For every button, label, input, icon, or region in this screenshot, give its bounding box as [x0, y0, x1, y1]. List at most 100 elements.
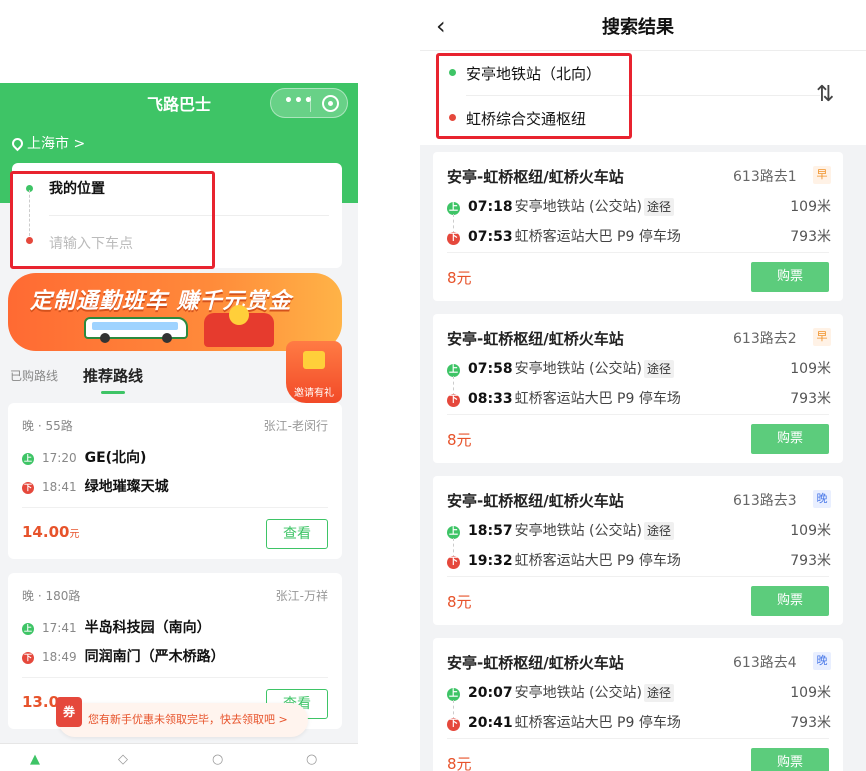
coupon-toast[interactable]: 您有新手优惠未领取完毕，快去领取吧 > — [58, 703, 308, 737]
board-row: 上 18:57 安亭地铁站 (公交站) 途径 — [447, 520, 674, 540]
board-icon: 上 — [22, 453, 34, 465]
board-icon: 上 — [22, 623, 34, 635]
swap-icon[interactable]: ⇅ — [816, 82, 834, 107]
line-name: 安亭-虹桥枢纽/虹桥火车站 — [447, 492, 624, 510]
board-row: 上 17:20 GE(北向) — [22, 447, 146, 467]
from-field[interactable]: 我的位置 — [49, 178, 105, 198]
alight-stop: 虹桥客运站大巴 P9 停车场 — [514, 553, 681, 569]
alight-icon: 下 — [447, 232, 460, 245]
buy-ticket-button[interactable]: 购票 — [751, 262, 829, 292]
route-no: 613路去3 — [733, 493, 797, 509]
field-divider — [49, 215, 329, 216]
board-stop: 安亭地铁站 (公交站) — [514, 685, 642, 701]
nav-profile-icon[interactable]: ○ — [306, 752, 317, 767]
time-tag: 晚 — [813, 652, 831, 670]
city-selector[interactable]: 上海市 > — [9, 133, 86, 153]
coupon-badge-icon: 券 — [56, 697, 82, 727]
alight-row: 下 07:53 虹桥客运站大巴 P9 停车场 — [447, 226, 681, 246]
line-name: 安亭-虹桥枢纽/虹桥火车站 — [447, 330, 624, 348]
search-header: ‹ 搜索结果 安亭地铁站（北向） 虹桥综合交通枢纽 ⇅ — [420, 0, 866, 145]
view-button[interactable]: 查看 — [266, 519, 328, 549]
result-card[interactable]: 安亭-虹桥枢纽/虹桥火车站 613路去3 晚 上 18:57 安亭地铁站 (公交站)… — [433, 476, 843, 625]
route-no: 613路去1 — [733, 169, 797, 185]
buy-ticket-button[interactable]: 购票 — [751, 424, 829, 454]
board-distance: 109米 — [790, 685, 831, 701]
card-divider — [447, 738, 829, 739]
time-tag: 早 — [813, 328, 831, 346]
stop-divider — [466, 95, 820, 96]
board-row: 上 20:07 安亭地铁站 (公交站) 途径 — [447, 682, 674, 702]
result-card[interactable]: 安亭-虹桥枢纽/虹桥火车站 613路去4 晚 上 20:07 安亭地铁站 (公交站)… — [433, 638, 843, 771]
card-divider — [447, 414, 829, 415]
alight-time: 07:53 — [468, 229, 513, 245]
alight-row: 下 18:49 同润南门（严木桥路） — [22, 646, 225, 666]
tab-purchased-routes[interactable]: 已购路线 — [10, 367, 58, 384]
city-name: 上海市 > — [27, 136, 86, 152]
board-row: 上 07:18 安亭地铁站 (公交站) 途径 — [447, 196, 674, 216]
route-area: 张江-万祥 — [275, 589, 328, 603]
result-card[interactable]: 安亭-虹桥枢纽/虹桥火车站 613路去2 早 上 07:58 安亭地铁站 (公交站)… — [433, 314, 843, 463]
nav-home-icon[interactable]: ▲ — [30, 752, 40, 767]
route-card[interactable]: 晚 · 55路 张江-老闵行 上 17:20 GE(北向) 下 18:41 绿地璀璨天城… — [8, 403, 342, 559]
alight-distance: 793米 — [790, 229, 831, 245]
alight-stop: 绿地璀璨天城 — [84, 479, 169, 495]
close-target-icon[interactable] — [322, 95, 339, 112]
result-card[interactable]: 安亭-虹桥枢纽/虹桥火车站 613路去1 早 上 07:18 安亭地铁站 (公交站)… — [433, 152, 843, 301]
ticket-price: 8元 — [447, 593, 472, 611]
end-dot-icon — [26, 237, 33, 244]
board-time: 18:57 — [468, 523, 513, 539]
ticket-price: 8元 — [447, 755, 472, 771]
alight-stop: 同润南门（严木桥路） — [84, 649, 225, 665]
board-stop: 安亭地铁站 (公交站) — [514, 523, 642, 539]
route-number: 晚 · 55路 — [22, 419, 73, 433]
capsule-divider — [310, 96, 311, 112]
bus-wheel — [100, 333, 110, 343]
right-app-screen: ‹ 搜索结果 安亭地铁站（北向） 虹桥综合交通枢纽 ⇅ 安亭-虹桥枢纽/虹桥火车… — [420, 0, 866, 771]
via-button[interactable]: 途径 — [643, 684, 674, 702]
invite-badge[interactable]: 邀请有礼 — [286, 341, 342, 403]
via-button[interactable]: 途径 — [643, 360, 674, 378]
miniprogram-capsule[interactable]: ••• — [270, 88, 348, 118]
board-stop: 安亭地铁站 (公交站) — [514, 199, 642, 215]
board-distance: 109米 — [790, 199, 831, 215]
location-pin-icon — [9, 135, 26, 152]
alight-icon: 下 — [447, 394, 460, 407]
to-field[interactable]: 请输入下车点 — [49, 233, 133, 253]
end-dot-icon — [449, 114, 456, 121]
alight-time: 19:32 — [468, 553, 513, 569]
board-stop: 安亭地铁站 (公交站) — [514, 361, 642, 377]
line-name: 安亭-虹桥枢纽/虹桥火车站 — [447, 654, 624, 672]
alight-row: 下 18:41 绿地璀璨天城 — [22, 476, 169, 496]
nav-ticket-icon[interactable]: ◇ — [118, 752, 128, 767]
card-divider — [447, 576, 829, 577]
start-dot-icon — [449, 69, 456, 76]
via-button[interactable]: 途径 — [643, 198, 674, 216]
left-app-screen: 飞路巴士 ••• 上海市 > 我的位置 请输入下车点 定制通勤班车 赚千元赏金 … — [0, 83, 358, 771]
route-price: 14.00元 — [22, 523, 79, 541]
board-time: 17:41 — [42, 621, 77, 635]
alight-distance: 793米 — [790, 553, 831, 569]
route-price: 13.0 — [22, 693, 59, 711]
nav-discover-icon[interactable]: ○ — [212, 752, 223, 767]
board-time: 07:58 — [468, 361, 513, 377]
tab-recommended-routes[interactable]: 推荐路线 — [83, 365, 143, 386]
buy-ticket-button[interactable]: 购票 — [751, 748, 829, 771]
route-area: 张江-老闵行 — [263, 419, 328, 433]
alight-time: 08:33 — [468, 391, 513, 407]
buy-ticket-button[interactable]: 购票 — [751, 586, 829, 616]
price-value: 13.0 — [22, 693, 60, 711]
time-tag: 早 — [813, 166, 831, 184]
route-no: 613路去4 — [733, 655, 797, 671]
alight-row: 下 20:41 虹桥客运站大巴 P9 停车场 — [447, 712, 681, 732]
via-button[interactable]: 途径 — [643, 522, 674, 540]
alight-icon: 下 — [447, 718, 460, 731]
promo-banner[interactable]: 定制通勤班车 赚千元赏金 — [8, 273, 342, 351]
route-connector — [29, 190, 30, 236]
card-divider — [447, 252, 829, 253]
board-stop: 半岛科技园（南向） — [84, 620, 211, 636]
invite-label: 邀请有礼 — [294, 388, 334, 399]
alight-stop: 虹桥客运站大巴 P9 停车场 — [514, 391, 681, 407]
to-stop[interactable]: 虹桥综合交通枢纽 — [466, 108, 586, 129]
from-stop[interactable]: 安亭地铁站（北向） — [466, 63, 601, 84]
header-divider — [420, 50, 866, 51]
